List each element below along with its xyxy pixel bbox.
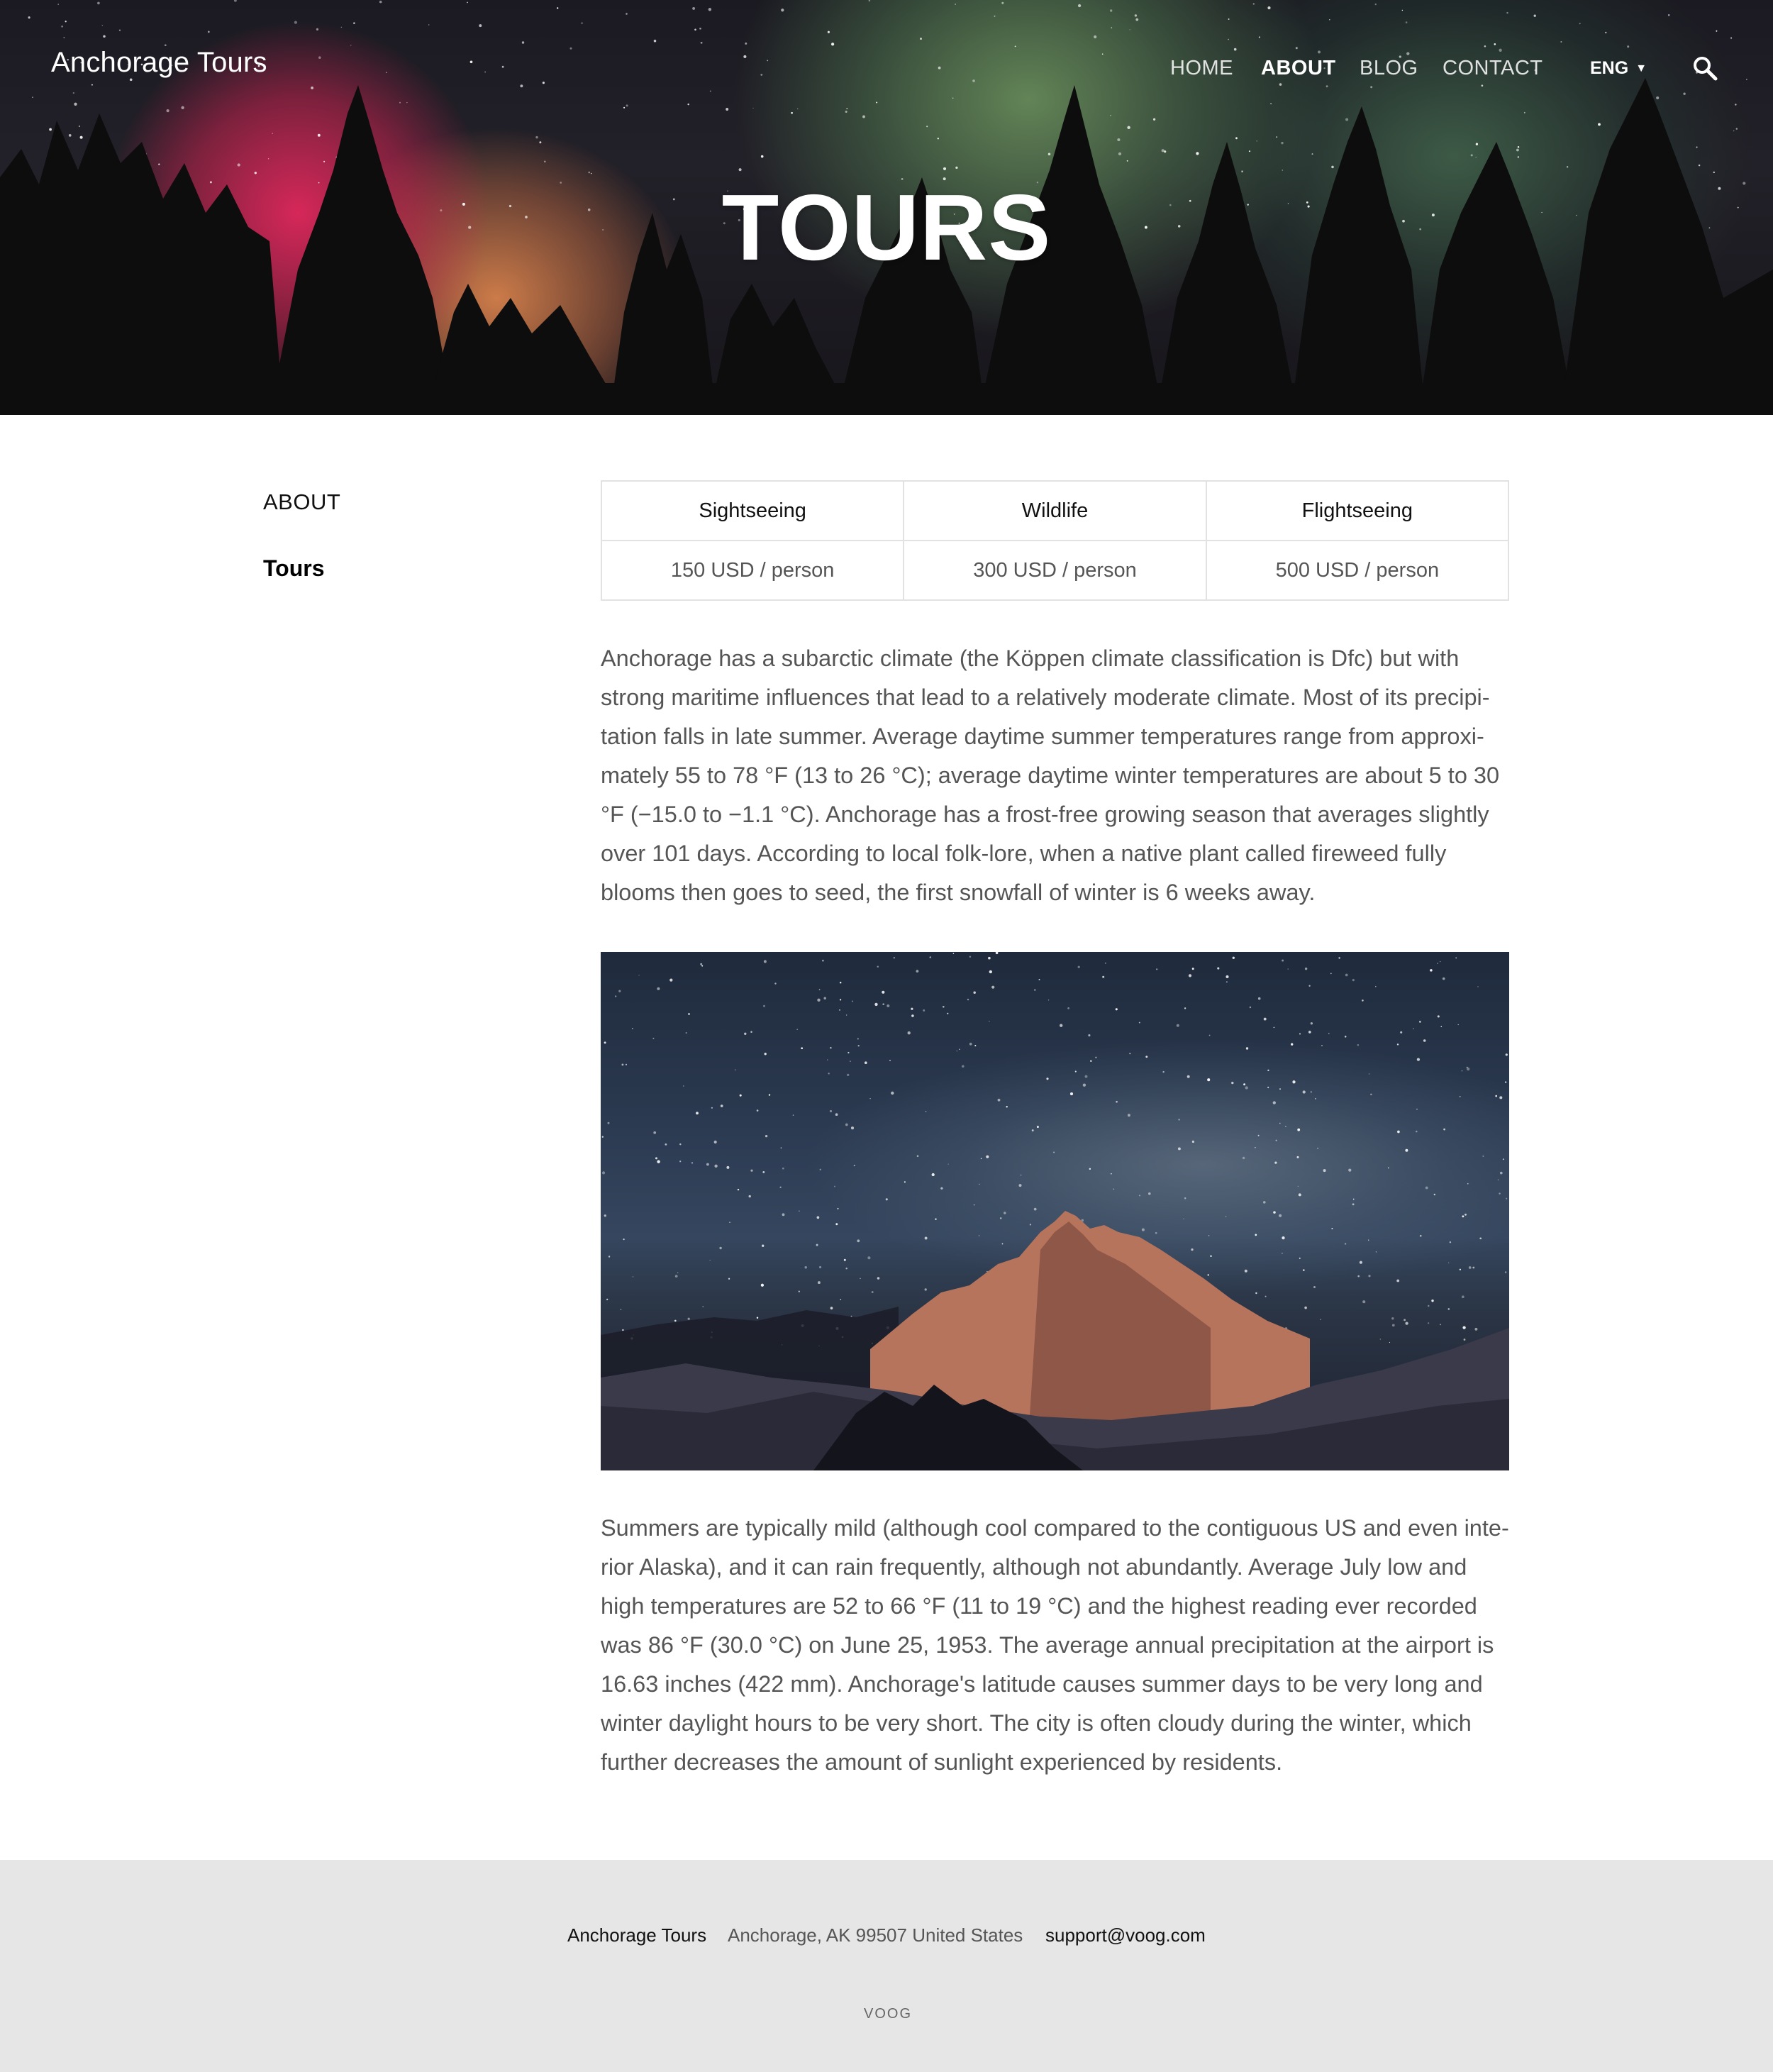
nav-contact[interactable]: CONTACT [1443,57,1543,80]
mountain-night-photo [601,952,1509,1470]
content-paragraph: Summers are typically mild (although coo… [601,1515,1509,1775]
tour-price-table: Sightseeing Wildlife Flightseeing 150 US… [600,480,1510,601]
content-paragraph: Anchorage has a subarctic climate (the K… [601,646,1500,905]
sidebar-item-tours[interactable]: Tours [263,555,325,582]
site-footer: Anchorage Tours Anchorage, AK 99507 Unit… [0,1860,1773,2072]
hero-banner: Anchorage Tours HOME ABOUT BLOG CONTACT … [0,0,1773,415]
site-brand[interactable]: Anchorage Tours [51,47,267,79]
table-header-cell: Wildlife [903,480,1207,541]
footer-company-name: Anchorage Tours [567,1924,707,1946]
mountain-silhouette [601,1211,1509,1470]
table-header-row: Sightseeing Wildlife Flightseeing [600,480,1510,541]
sidebar-item-about[interactable]: ABOUT [263,489,340,515]
nav-blog[interactable]: BLOG [1360,57,1418,80]
footer-address: Anchorage, AK 99507 United States [728,1924,1023,1946]
nav-home[interactable]: HOME [1170,57,1233,80]
footer-email-link[interactable]: support@voog.com [1045,1924,1206,1946]
page-title: TOURS [721,175,1052,279]
caret-down-icon: ▼ [1635,62,1647,74]
nav-about[interactable]: ABOUT [1261,57,1336,80]
table-cell: 500 USD / person [1205,540,1510,601]
table-cell: 150 USD / person [600,540,905,601]
table-header-cell: Sightseeing [600,480,905,541]
search-icon[interactable] [1692,55,1718,81]
voog-logo[interactable]: VOOG [864,2006,912,2022]
table-cell: 300 USD / person [903,540,1207,601]
table-header-cell: Flightseeing [1205,480,1510,541]
language-label: ENG [1590,58,1629,78]
table-row: 150 USD / person 300 USD / person 500 US… [600,540,1510,601]
language-selector[interactable]: ENG ▼ [1590,58,1647,79]
